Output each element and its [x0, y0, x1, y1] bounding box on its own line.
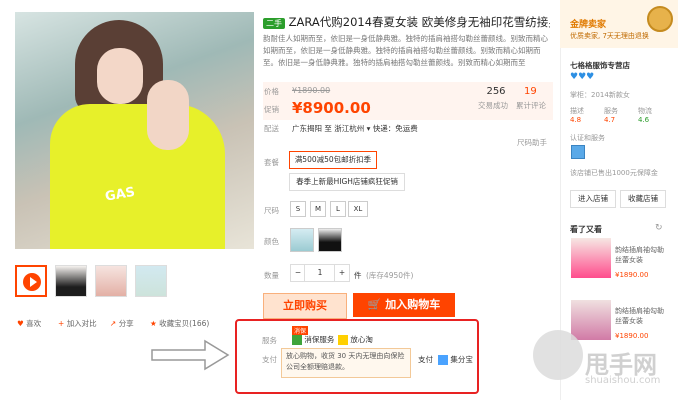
thumb-video[interactable] [15, 265, 47, 297]
qty-label: 数量 [264, 271, 279, 280]
recommend-price-2: ¥1890.00 [615, 332, 649, 340]
play-icon[interactable] [23, 273, 41, 291]
current-price: ¥8900.00 [292, 99, 371, 117]
gold-seller-title: 金牌卖家 [570, 20, 607, 30]
shop-name[interactable]: 七格格服饰专营店 [570, 60, 630, 71]
service-item-2[interactable]: 放心淘 [338, 334, 373, 345]
review-count: 19 [524, 86, 537, 97]
cart-icon: 🛒 [367, 298, 382, 311]
size-helper-link[interactable]: 尺码助手 [517, 137, 547, 148]
size-s[interactable]: S [290, 201, 306, 217]
price-label: 价格 [264, 87, 279, 96]
ship-score-label: 物流 [638, 107, 652, 115]
image-face [97, 48, 143, 104]
recommend-image-1[interactable] [571, 238, 611, 278]
color-swatch-black[interactable] [318, 228, 342, 252]
cert-icon [571, 145, 585, 159]
recommend-name-1[interactable]: 韵结插肩袖勾勒丝蕾女装 [615, 245, 669, 265]
desc-score: 4.8 [570, 116, 582, 124]
qty-input[interactable]: 1 [304, 264, 336, 282]
thumb-3[interactable] [135, 265, 167, 297]
recommend-name-2[interactable]: 韵结插肩袖勾勒丝蕾女装 [615, 306, 669, 326]
color-label: 颜色 [264, 237, 279, 246]
original-price: ¥1890.00 [292, 86, 331, 95]
service-label: 服务 [262, 336, 277, 345]
qty-plus-button[interactable]: + [334, 264, 350, 282]
thumb-2[interactable] [95, 265, 127, 297]
pay-item-2[interactable]: 集分宝 [438, 354, 473, 365]
refresh-icon[interactable]: ↻ [655, 223, 663, 233]
service-score: 4.7 [604, 116, 616, 124]
image-arm [147, 80, 189, 150]
pay-label: 支付 [262, 355, 277, 364]
gold-medal-icon [647, 6, 673, 32]
add-cart-button[interactable]: 🛒 加入购物车 [353, 293, 455, 317]
ship-text[interactable]: 广东揭阳 至 浙江杭州 ▾ 快递：免运费 [292, 123, 418, 134]
pay-item-1[interactable]: 支付 [418, 354, 433, 365]
sold-count: 256 [486, 86, 506, 97]
stock-text: (库存4950件) [366, 271, 414, 280]
product-title: 二手 ZARA代购2014春夏女装 欧美修身无袖印花雪纺接身修身无 [263, 14, 550, 30]
image-shirt [50, 104, 225, 249]
service-item-1[interactable]: 消保服务 [292, 334, 334, 345]
recommend-image-2[interactable] [571, 300, 611, 340]
service-score-label: 服务 [604, 107, 618, 115]
ship-label: 配送 [264, 124, 279, 133]
share-link[interactable]: ↗ 分享 [110, 318, 134, 329]
promo-label: 促销 [264, 105, 279, 114]
seller-hearts-icon: ♥♥♥ [570, 72, 595, 82]
qty-unit: 件 [354, 271, 362, 280]
package-option-1[interactable]: 满500减50包邮折扣季 [289, 151, 377, 169]
package-label: 套餐 [264, 158, 279, 167]
service-tip: 放心购物，收货 30 天内无理由向保险公司全额理赔退款。 [281, 348, 411, 378]
buy-now-button[interactable]: 立即购买 [263, 293, 347, 319]
enter-shop-button[interactable]: 进入店铺 [570, 190, 616, 208]
sales-text: 该店铺已售出1000元保障金 [570, 169, 658, 177]
recommend-title: 看了又看 [570, 225, 602, 234]
size-l[interactable]: L [330, 201, 346, 217]
review-label: 累计评论 [516, 101, 546, 110]
gold-seller-sub: 优质卖家, 7天无理由退换 [570, 32, 649, 40]
arrow-icon [151, 339, 230, 371]
compare-link[interactable]: + 加入对比 [58, 318, 97, 329]
watermark-subtext: shuaishou.com [585, 375, 661, 386]
package-option-2[interactable]: 春季上新最HIGH店铺疯狂促销 [289, 173, 405, 191]
product-description: 韵耐佳人如期而至，依旧是一身低静典雅。独特的插肩袖搭勾勒丝蕾颜线。别致而精心如期… [263, 34, 548, 67]
product-main-image[interactable]: GAS [15, 12, 254, 249]
cert-label: 认证和服务 [570, 134, 605, 142]
fav-shop-button[interactable]: 收藏店铺 [620, 190, 666, 208]
ship-score: 4.6 [638, 116, 650, 124]
sold-label: 交易成功 [478, 101, 508, 110]
watermark-logo-icon [533, 330, 583, 380]
desc-score-label: 描述 [570, 107, 584, 115]
like-link[interactable]: ♥ 喜欢 [17, 318, 41, 329]
recommend-price-1: ¥1890.00 [615, 271, 649, 279]
size-m[interactable]: M [310, 201, 326, 217]
size-xl[interactable]: XL [348, 201, 368, 217]
shop-brand: 掌柜：2014新款女 [570, 91, 630, 99]
thumb-1[interactable] [55, 265, 87, 297]
color-swatch-blue[interactable] [290, 228, 314, 252]
favorite-link[interactable]: ★ 收藏宝贝(166) [150, 318, 209, 329]
size-label: 尺码 [264, 206, 279, 215]
